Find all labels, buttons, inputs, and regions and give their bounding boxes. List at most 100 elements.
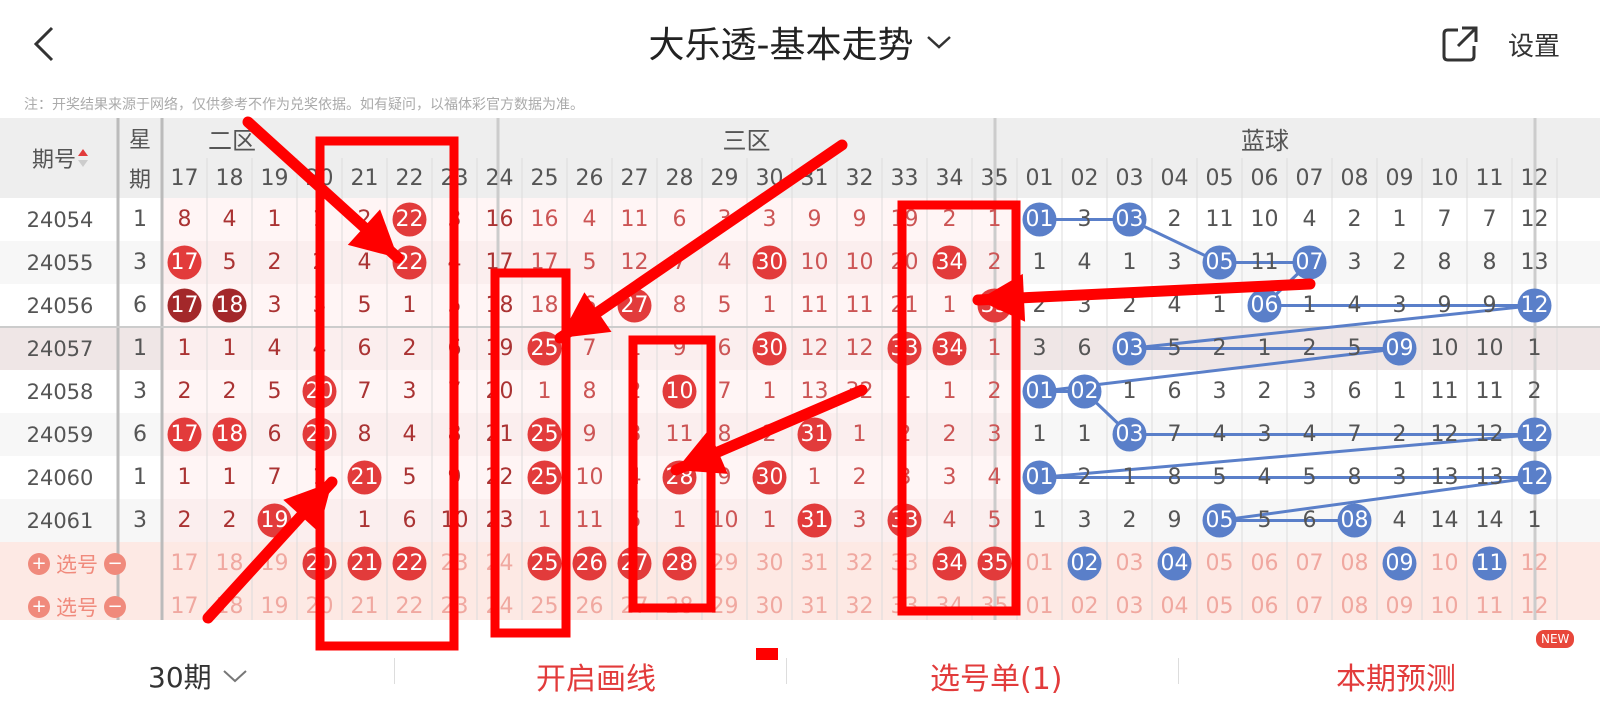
- blue-cell: 02: [1070, 379, 1099, 404]
- pick-red-number[interactable]: 18: [207, 542, 252, 585]
- pick-red-number[interactable]: 25: [522, 585, 567, 622]
- back-arrow-icon[interactable]: [26, 22, 62, 66]
- pick-blue-number[interactable]: 02: [1062, 585, 1107, 622]
- pick-red-number[interactable]: 29: [702, 585, 747, 622]
- pick-blue-number[interactable]: 03: [1107, 585, 1152, 622]
- predict-button[interactable]: 本期预测: [1336, 654, 1456, 698]
- pick-red-number[interactable]: 32: [837, 585, 882, 622]
- issue-number: 24056: [26, 293, 94, 318]
- pick-red-number[interactable]: 31: [792, 542, 837, 585]
- pick-blue-number[interactable]: 05: [1197, 542, 1242, 585]
- pick-red-number[interactable]: 23: [432, 585, 477, 622]
- red-cell: 31: [800, 422, 829, 447]
- weekday-value: 3: [133, 508, 147, 533]
- pick-red-number[interactable]: 28: [657, 542, 702, 585]
- red-cell: 11: [665, 422, 694, 447]
- pick-red-number[interactable]: 20: [297, 542, 342, 585]
- red-cell: 8: [582, 379, 597, 404]
- pick-red-number[interactable]: 33: [882, 542, 927, 585]
- plus-icon[interactable]: +: [28, 552, 50, 575]
- pick-red-number[interactable]: 33: [882, 585, 927, 622]
- pick-red-number[interactable]: 18: [207, 585, 252, 622]
- pick-blue-number[interactable]: 09: [1377, 542, 1422, 585]
- zone-header: 蓝球: [1241, 126, 1289, 155]
- red-cell: 2: [762, 422, 777, 447]
- pick-red-number[interactable]: 34: [927, 542, 972, 585]
- pick-blue-number[interactable]: 04: [1152, 542, 1197, 585]
- red-number-header: 31: [800, 165, 829, 191]
- pick-blue-number[interactable]: 01: [1017, 585, 1062, 622]
- blue-cell: 4: [1212, 422, 1227, 447]
- pick-blue-number[interactable]: 04: [1152, 585, 1197, 622]
- pick-red-number[interactable]: 35: [972, 542, 1017, 585]
- pick-red-number[interactable]: 35: [972, 585, 1017, 622]
- share-icon[interactable]: [1440, 24, 1480, 64]
- pick-list-button[interactable]: 选号单(1): [930, 654, 1063, 698]
- pick-blue-number[interactable]: 06: [1242, 542, 1287, 585]
- pick-blue-number[interactable]: 01: [1017, 542, 1062, 585]
- pick-blue-number[interactable]: 07: [1287, 542, 1332, 585]
- pick-red-number[interactable]: 22: [387, 585, 432, 622]
- pick-red-number[interactable]: 21: [342, 585, 387, 622]
- pick-blue-number[interactable]: 03: [1107, 542, 1152, 585]
- blue-cell: 1: [1257, 336, 1272, 361]
- pick-red-number[interactable]: 20: [297, 585, 342, 622]
- pick-red-number[interactable]: 28: [657, 585, 702, 622]
- pick-red-number[interactable]: 24: [477, 585, 522, 622]
- pick-red-number[interactable]: 31: [792, 585, 837, 622]
- pick-blue-number[interactable]: 09: [1377, 585, 1422, 622]
- pick-red-number[interactable]: 30: [747, 542, 792, 585]
- pick-red-number[interactable]: 22: [387, 542, 432, 585]
- plus-icon[interactable]: +: [28, 595, 50, 618]
- settings-button[interactable]: 设置: [1508, 26, 1560, 63]
- minus-icon[interactable]: −: [104, 552, 126, 575]
- pick-blue-number[interactable]: 08: [1332, 542, 1377, 585]
- pick-blue-number[interactable]: 05: [1197, 585, 1242, 622]
- red-cell: 31: [800, 508, 829, 533]
- pick-red-number[interactable]: 30: [747, 585, 792, 622]
- pick-red-number[interactable]: 19: [252, 542, 297, 585]
- pick-blue-number[interactable]: 08: [1332, 585, 1377, 622]
- pick-red-number[interactable]: 23: [432, 542, 477, 585]
- pick-red-number[interactable]: 34: [927, 585, 972, 622]
- pick-blue-number[interactable]: 06: [1242, 585, 1287, 622]
- pick-red-number[interactable]: 29: [702, 542, 747, 585]
- red-cell: 1: [537, 379, 552, 404]
- red-cell: 7: [672, 250, 687, 275]
- page-title[interactable]: 大乐透-基本走势: [600, 16, 1000, 68]
- issue-number: 24058: [26, 379, 94, 404]
- pick-red-number[interactable]: 24: [477, 542, 522, 585]
- pick-blue-number[interactable]: 02: [1062, 542, 1107, 585]
- pick-blue-number[interactable]: 12: [1512, 542, 1557, 585]
- pick-blue-number[interactable]: 11: [1467, 585, 1512, 622]
- pick-red-number[interactable]: 26: [567, 585, 612, 622]
- pick-red-number[interactable]: 17: [162, 585, 207, 622]
- pick-blue-number[interactable]: 10: [1422, 585, 1467, 622]
- red-cell: 25: [530, 465, 559, 490]
- red-cell: 4: [942, 508, 957, 533]
- red-cell: 18: [215, 422, 244, 447]
- sort-icon[interactable]: [78, 147, 88, 169]
- pick-red-number[interactable]: 17: [162, 542, 207, 585]
- draw-lines-button[interactable]: 开启画线: [536, 654, 656, 698]
- pick-blue-number[interactable]: 07: [1287, 585, 1332, 622]
- pick-red-number[interactable]: 27: [612, 542, 657, 585]
- minus-icon[interactable]: −: [104, 595, 126, 618]
- blue-cell: 2: [1122, 508, 1137, 533]
- pick-blue-number[interactable]: 11: [1467, 542, 1512, 585]
- pick-red-number[interactable]: 26: [567, 542, 612, 585]
- issue-number: 24060: [26, 465, 94, 490]
- pick-red-number[interactable]: 25: [522, 542, 567, 585]
- period-selector[interactable]: 30期: [148, 656, 248, 696]
- pick-red-number[interactable]: 21: [342, 542, 387, 585]
- pick-blue-number[interactable]: 10: [1422, 542, 1467, 585]
- red-cell: 34: [935, 336, 964, 361]
- pick-red-number[interactable]: 27: [612, 585, 657, 622]
- blue-cell: 1: [1392, 379, 1407, 404]
- red-cell: 6: [672, 207, 687, 232]
- blue-cell: 6: [1302, 508, 1317, 533]
- pick-red-number[interactable]: 19: [252, 585, 297, 622]
- pick-blue-number[interactable]: 12: [1512, 585, 1557, 622]
- blue-cell: 11: [1205, 207, 1234, 232]
- pick-red-number[interactable]: 32: [837, 542, 882, 585]
